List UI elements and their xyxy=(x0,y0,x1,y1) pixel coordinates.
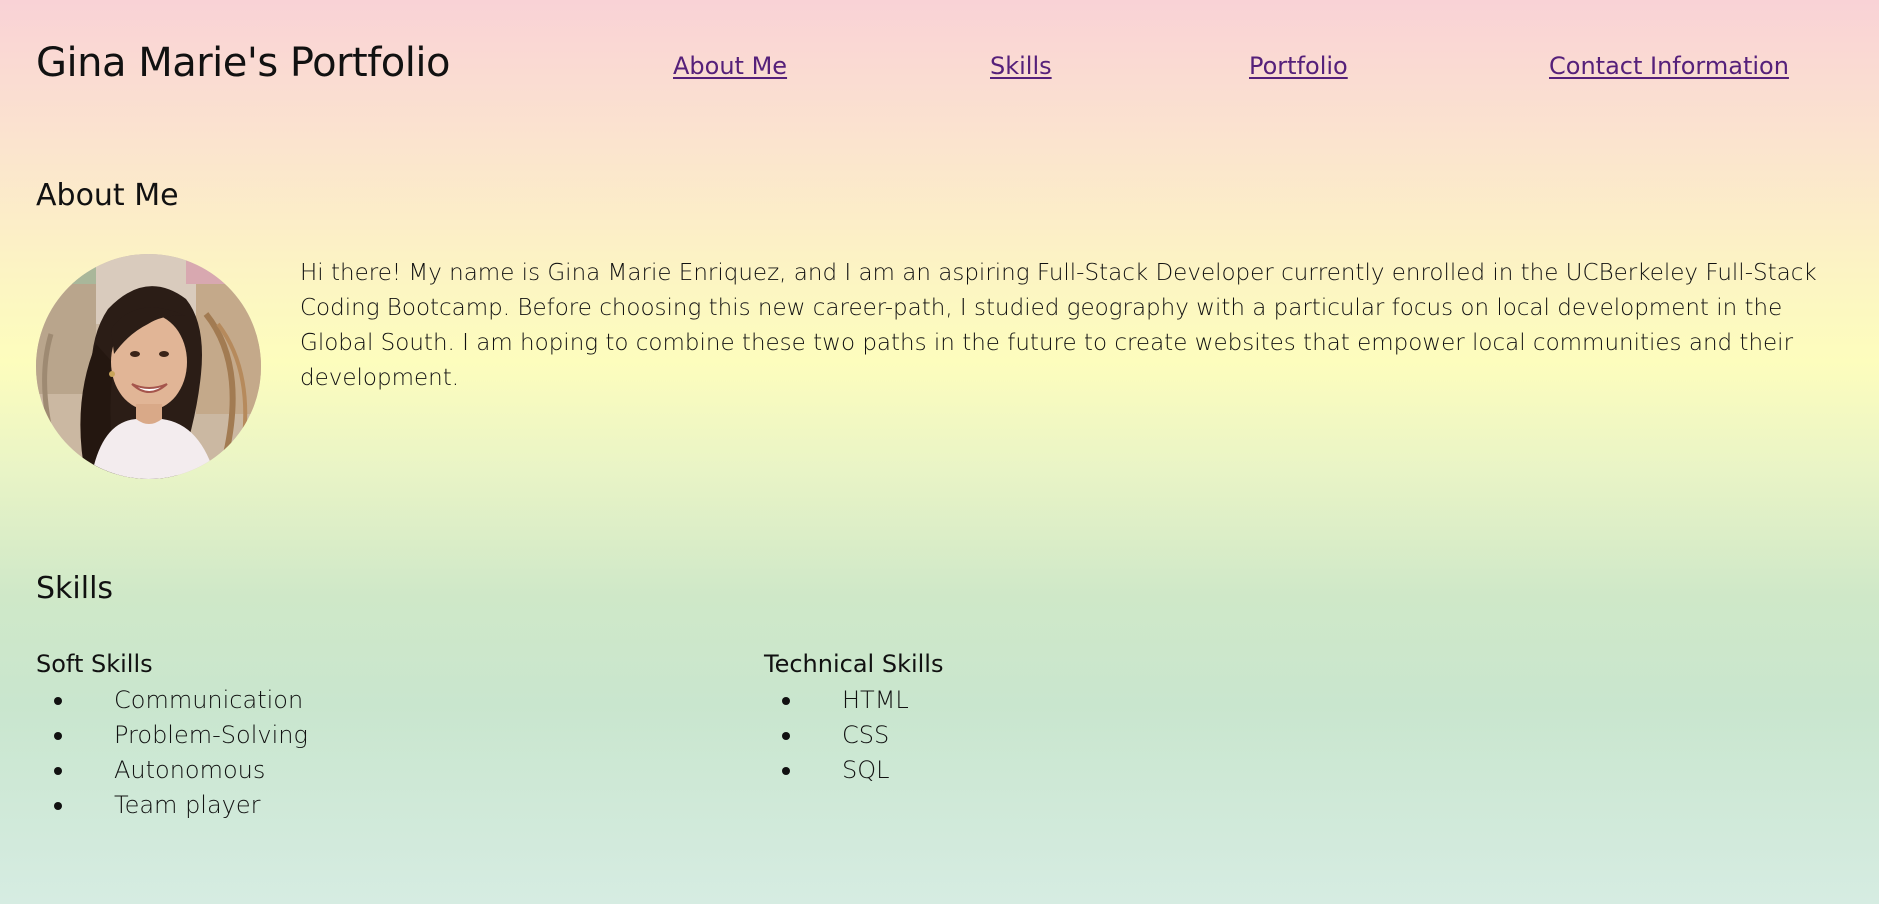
page: Gina Marie's Portfolio About Me Skills P… xyxy=(0,0,1879,904)
skill-label: Problem-Solving xyxy=(114,721,308,749)
skills-heading: Skills xyxy=(36,571,114,606)
bullet-icon xyxy=(54,767,62,775)
skill-label: CSS xyxy=(842,721,890,749)
skill-label: Autonomous xyxy=(114,756,266,784)
about-bio: Hi there! My name is Gina Marie Enriquez… xyxy=(300,260,1817,391)
skill-label: Team player xyxy=(114,791,261,819)
nav-link-portfolio[interactable]: Portfolio xyxy=(1249,52,1348,80)
bullet-icon xyxy=(54,802,62,810)
nav-link-skills[interactable]: Skills xyxy=(990,52,1052,80)
bullet-icon xyxy=(54,732,62,740)
bullet-icon xyxy=(782,697,790,705)
list-item: Autonomous xyxy=(52,753,308,788)
bullet-icon xyxy=(782,732,790,740)
list-item: Communication xyxy=(52,683,308,718)
nav-link-about-me[interactable]: About Me xyxy=(673,52,787,80)
nav-link-contact-information[interactable]: Contact Information xyxy=(1549,52,1789,80)
list-item: Problem-Solving xyxy=(52,718,308,753)
skill-label: Communication xyxy=(114,686,304,714)
bullet-icon xyxy=(54,697,62,705)
soft-skills-title: Soft Skills xyxy=(36,650,153,678)
list-item: Team player xyxy=(52,788,308,823)
list-item: SQL xyxy=(780,753,909,788)
technical-skills-title: Technical Skills xyxy=(764,650,944,678)
technical-skills-list: HTML CSS SQL xyxy=(780,683,909,788)
skill-label: HTML xyxy=(842,686,909,714)
profile-photo xyxy=(36,254,261,479)
list-item: CSS xyxy=(780,718,909,753)
avatar xyxy=(36,254,261,479)
site-title: Gina Marie's Portfolio xyxy=(36,40,450,86)
site-header: Gina Marie's Portfolio About Me Skills P… xyxy=(0,0,1879,135)
about-heading: About Me xyxy=(36,178,179,213)
soft-skills-list: Communication Problem-Solving Autonomous… xyxy=(52,683,308,823)
list-item: HTML xyxy=(780,683,909,718)
skill-label: SQL xyxy=(842,756,890,784)
bullet-icon xyxy=(782,767,790,775)
